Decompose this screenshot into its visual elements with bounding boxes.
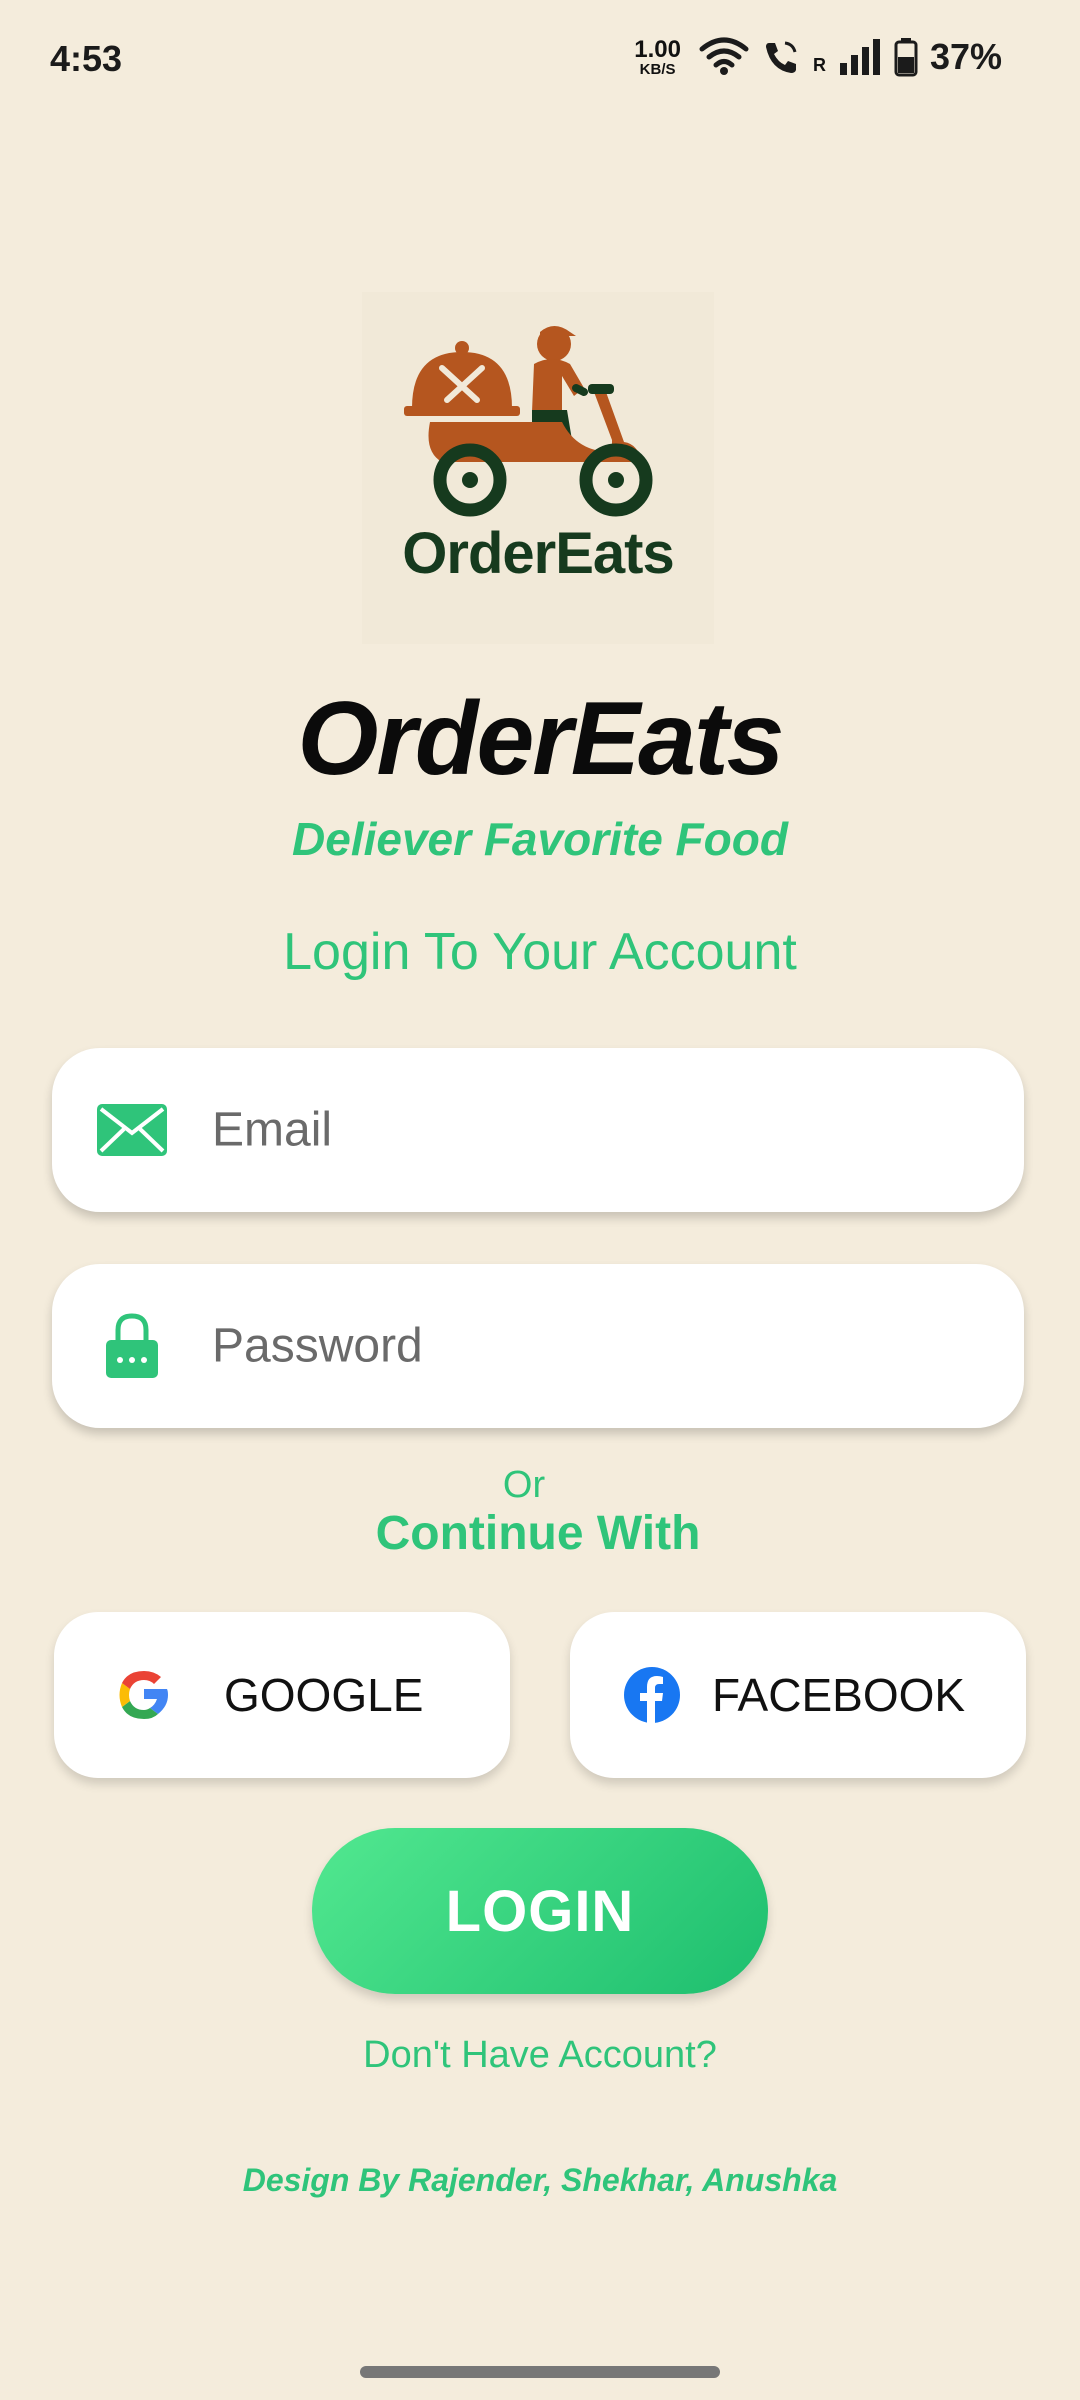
app-title: OrderEats [297, 681, 785, 797]
call-icon [765, 41, 797, 73]
credits-text: Design By Rajender, Shekhar, Anushka [242, 2162, 838, 2198]
email-icon [97, 1104, 167, 1156]
login-button[interactable]: LOGIN [312, 1828, 768, 1994]
google-login-button[interactable]: GOOGLE [54, 1612, 510, 1778]
status-bar: 4:53 1.00 KB/S R 37% [0, 0, 1080, 120]
wifi-icon [699, 37, 749, 75]
password-field[interactable]: Password [52, 1264, 1024, 1428]
google-icon [119, 1671, 168, 1719]
email-field[interactable]: Email [52, 1048, 1024, 1212]
battery-icon [894, 38, 918, 77]
password-placeholder: Password [212, 1319, 423, 1373]
status-icons: 1.00 KB/S R 37% [634, 36, 1002, 78]
facebook-login-button[interactable]: FACEBOOK [570, 1612, 1026, 1778]
email-placeholder: Email [212, 1103, 333, 1157]
status-time: 4:53 [50, 38, 123, 79]
network-speed-unit: KB/S [639, 60, 676, 78]
home-indicator[interactable] [360, 2366, 720, 2378]
or-text: Or [502, 1464, 546, 1506]
facebook-icon [624, 1667, 680, 1723]
delivery-scooter-icon [404, 326, 653, 517]
signup-link[interactable]: Don't Have Account? [0, 2034, 1080, 2077]
google-label: GOOGLE [224, 1669, 424, 1721]
tagline: Deliever Favorite Food [292, 813, 788, 865]
login-heading: Login To Your Account [283, 923, 797, 981]
network-speed: 1.00 KB/S [634, 35, 681, 78]
facebook-label: FACEBOOK [712, 1669, 966, 1721]
signal-icon [839, 39, 880, 75]
lock-icon [106, 1313, 158, 1378]
continue-with-text: Continue With [375, 1507, 701, 1560]
logo-text: OrderEats [402, 521, 674, 586]
battery-percent: 37% [929, 36, 1002, 77]
app-logo: OrderEats [362, 292, 714, 644]
roaming-indicator: R [812, 55, 826, 75]
network-speed-value: 1.00 [634, 35, 681, 63]
